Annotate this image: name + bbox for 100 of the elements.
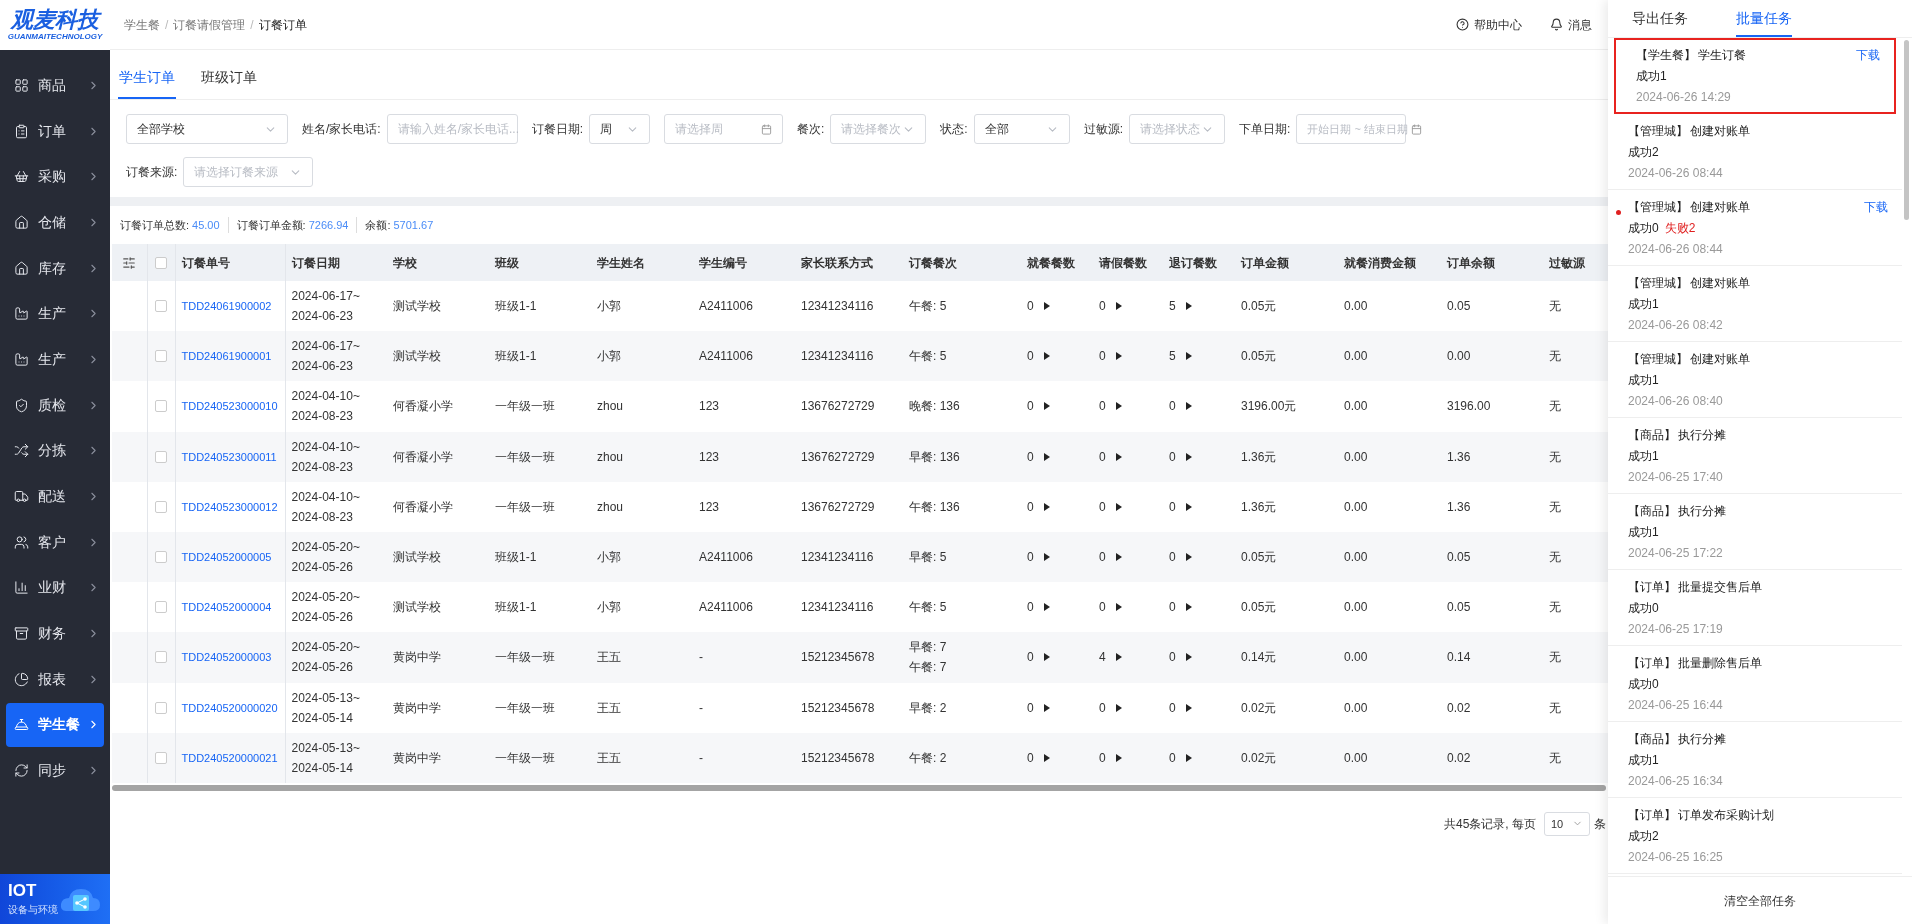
checkbox[interactable]	[155, 751, 167, 764]
expand-caret-icon[interactable]	[1115, 502, 1122, 511]
task-item[interactable]: 【商品】 执行分摊 成功1 2024-06-25 17:22	[1608, 494, 1902, 570]
order-link[interactable]: TDD24052000004	[181, 597, 279, 618]
sidebar-item[interactable]: 同步	[6, 748, 104, 793]
expand-caret-icon[interactable]	[1043, 352, 1050, 361]
expand-caret-icon[interactable]	[1185, 402, 1192, 411]
sidebar-item[interactable]: 客户	[6, 519, 104, 565]
expand-caret-icon[interactable]	[1115, 603, 1122, 612]
expand-caret-icon[interactable]	[1043, 703, 1050, 712]
sidebar-item[interactable]: 订单	[6, 108, 104, 154]
select-field[interactable]: 全部	[973, 114, 1070, 144]
task-item[interactable]: 【学生餐】 学生订餐 下载 成功1 2024-06-26 14:29	[1614, 38, 1896, 114]
table-cell: 无	[1549, 449, 1561, 464]
breadcrumb-item[interactable]: 订餐请假管理	[173, 15, 246, 34]
expand-caret-icon[interactable]	[1185, 703, 1192, 712]
sidebar-item[interactable]: 生产	[6, 337, 104, 382]
expand-caret-icon[interactable]	[1185, 553, 1192, 562]
expand-caret-icon[interactable]	[1115, 553, 1122, 562]
expand-caret-icon[interactable]	[1115, 352, 1122, 361]
order-link[interactable]: TDD24052000003	[181, 647, 279, 668]
tab[interactable]: 班级订单	[200, 67, 258, 99]
checkbox[interactable]	[155, 551, 167, 564]
expand-caret-icon[interactable]	[1185, 302, 1192, 311]
sidebar-item[interactable]: 财务	[6, 611, 104, 656]
task-item[interactable]: 【订单】 批量删除售后单 成功0 2024-06-25 16:44	[1608, 646, 1902, 722]
expand-caret-icon[interactable]	[1185, 753, 1192, 762]
task-item[interactable]: 【订单】 订单发布采购计划 成功2 2024-06-25 16:25	[1608, 798, 1902, 874]
horizontal-scrollbar[interactable]	[112, 784, 1606, 791]
clear-all-button[interactable]: 清空全部任务	[1716, 887, 1804, 914]
checkbox[interactable]	[155, 450, 167, 463]
checkbox[interactable]	[155, 701, 167, 714]
task-item[interactable]: 【管理城】 创建对账单 下载 成功0 失败2 2024-06-26 08:44	[1608, 190, 1902, 266]
order-link[interactable]: TDD24061900001	[181, 346, 279, 367]
expand-caret-icon[interactable]	[1043, 502, 1050, 511]
sidebar-item[interactable]: 采购	[6, 154, 104, 200]
order-link[interactable]: TDD240523000010	[181, 396, 279, 417]
expand-caret-icon[interactable]	[1043, 402, 1050, 411]
expand-caret-icon[interactable]	[1043, 653, 1050, 662]
download-link[interactable]: 下载	[1864, 197, 1888, 216]
task-item[interactable]: 【商品】 执行分摊 成功1 2024-06-25 17:40	[1608, 418, 1902, 494]
expand-caret-icon[interactable]	[1115, 703, 1122, 712]
expand-caret-icon[interactable]	[1043, 753, 1050, 762]
order-link[interactable]: TDD240520000021	[181, 747, 279, 768]
expand-caret-icon[interactable]	[1115, 402, 1122, 411]
sidebar-item[interactable]: 生产	[6, 291, 104, 337]
select-field[interactable]: 周	[589, 114, 650, 144]
sidebar-item[interactable]: 仓储	[6, 200, 104, 245]
expand-caret-icon[interactable]	[1043, 452, 1050, 461]
order-link[interactable]: TDD24061900002	[181, 296, 279, 317]
order-link[interactable]: TDD240520000020	[181, 697, 279, 718]
download-link[interactable]: 下载	[1856, 46, 1880, 64]
iot-banner[interactable]: IOT 设备与环境	[0, 874, 110, 924]
sidebar-item[interactable]: 配送	[6, 474, 104, 519]
header-action[interactable]: 帮助中心	[1456, 15, 1522, 34]
sidebar-item[interactable]: 质检	[6, 382, 104, 428]
expand-caret-icon[interactable]	[1185, 653, 1192, 662]
checkbox[interactable]	[155, 256, 167, 269]
checkbox[interactable]	[155, 400, 167, 413]
success-count: 成功0	[1628, 599, 1659, 617]
task-item[interactable]: 【管理城】 创建对账单 成功1 2024-06-26 08:40	[1608, 342, 1902, 418]
sidebar-item[interactable]: 分拣	[6, 428, 104, 474]
checkbox[interactable]	[155, 500, 167, 513]
expand-caret-icon[interactable]	[1115, 452, 1122, 461]
column-settings-icon[interactable]	[122, 255, 137, 270]
order-link[interactable]: TDD24052000005	[181, 547, 279, 568]
order-link[interactable]: TDD240523000011	[181, 446, 279, 467]
expand-caret-icon[interactable]	[1185, 452, 1192, 461]
task-item[interactable]: 【商品】 执行分摊 成功1 2024-06-25 16:34	[1608, 722, 1902, 798]
expand-caret-icon[interactable]	[1115, 753, 1122, 762]
sidebar-item[interactable]: 库存	[6, 245, 104, 291]
checkbox[interactable]	[155, 601, 167, 614]
sidebar-item[interactable]: 业财	[6, 565, 104, 611]
header-action[interactable]: 消息	[1550, 15, 1592, 34]
order-link[interactable]: TDD240523000012	[181, 496, 279, 517]
expand-caret-icon[interactable]	[1185, 603, 1192, 612]
page-size-select[interactable]: 10	[1544, 811, 1590, 836]
checkbox[interactable]	[155, 350, 167, 363]
task-item[interactable]: 【管理城】 创建对账单 成功1 2024-06-26 08:42	[1608, 266, 1902, 342]
expand-caret-icon[interactable]	[1043, 553, 1050, 562]
breadcrumb-item[interactable]: 学生餐	[124, 15, 160, 34]
tab[interactable]: 学生订单	[118, 67, 176, 99]
expand-caret-icon[interactable]	[1115, 653, 1122, 662]
select-field[interactable]: 全部学校	[126, 114, 288, 144]
scrollbar-thumb[interactable]	[1904, 40, 1909, 220]
expand-caret-icon[interactable]	[1185, 352, 1192, 361]
sidebar-item[interactable]: 学生餐	[6, 702, 104, 748]
sidebar-item[interactable]: 报表	[6, 656, 104, 702]
task-item[interactable]: 【订单】 批量提交售后单 成功0 2024-06-25 17:19	[1608, 570, 1902, 646]
expand-caret-icon[interactable]	[1043, 603, 1050, 612]
sidebar-item[interactable]: 商品	[6, 63, 104, 108]
expand-caret-icon[interactable]	[1115, 302, 1122, 311]
checkbox[interactable]	[155, 300, 167, 313]
expand-caret-icon[interactable]	[1185, 502, 1192, 511]
expand-caret-icon[interactable]	[1043, 302, 1050, 311]
checkbox[interactable]	[155, 651, 167, 664]
task-item[interactable]: 【管理城】 创建对账单 成功2 2024-06-26 08:44	[1608, 114, 1902, 190]
panel-tab[interactable]: 导出任务	[1632, 8, 1688, 37]
panel-tab[interactable]: 批量任务	[1736, 8, 1792, 37]
table-cell: 0.00	[1344, 700, 1368, 715]
